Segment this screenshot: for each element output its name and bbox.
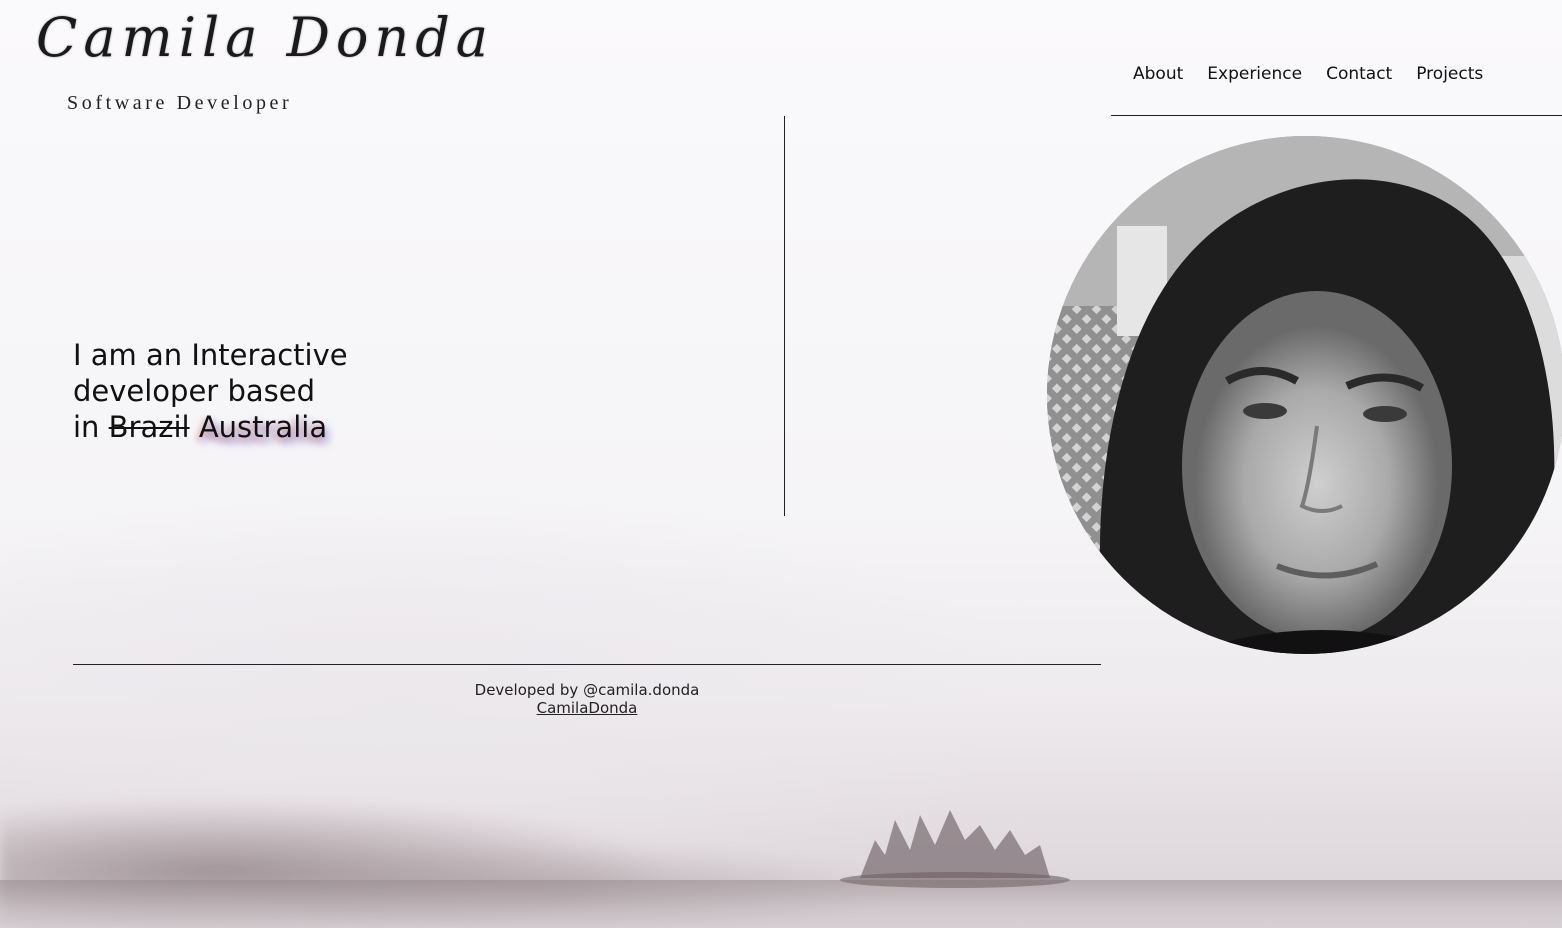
new-location: Australia: [198, 410, 328, 444]
logo-signature[interactable]: Camila Donda: [36, 6, 494, 69]
role-subtitle: Software Developer: [67, 92, 293, 114]
nav-projects[interactable]: Projects: [1416, 64, 1483, 84]
vertical-divider: [784, 116, 785, 516]
nav-about[interactable]: About: [1133, 64, 1183, 84]
credit-text: Developed by @camila.donda: [474, 681, 700, 699]
main-nav: About Experience Contact Projects: [1133, 64, 1483, 84]
background-island: [840, 810, 1070, 888]
intro-line-1: I am an Interactive: [73, 338, 348, 372]
footer-credit: Developed by @camila.donda CamilaDonda: [73, 681, 1101, 717]
intro-line-2: developer based: [73, 374, 315, 408]
footer-divider: [73, 664, 1101, 665]
nav-contact[interactable]: Contact: [1326, 64, 1392, 84]
intro-line-3: in Brazil Australia: [73, 409, 348, 445]
intro-in: in: [73, 410, 100, 444]
profile-photo: [1047, 136, 1562, 654]
background-lake: [0, 880, 1562, 928]
old-location: Brazil: [108, 410, 190, 444]
nav-experience[interactable]: Experience: [1207, 64, 1302, 84]
intro-heading: I am an Interactive developer based in B…: [73, 337, 348, 445]
footer-github-link[interactable]: CamilaDonda: [537, 699, 638, 717]
nav-divider: [1111, 115, 1562, 116]
